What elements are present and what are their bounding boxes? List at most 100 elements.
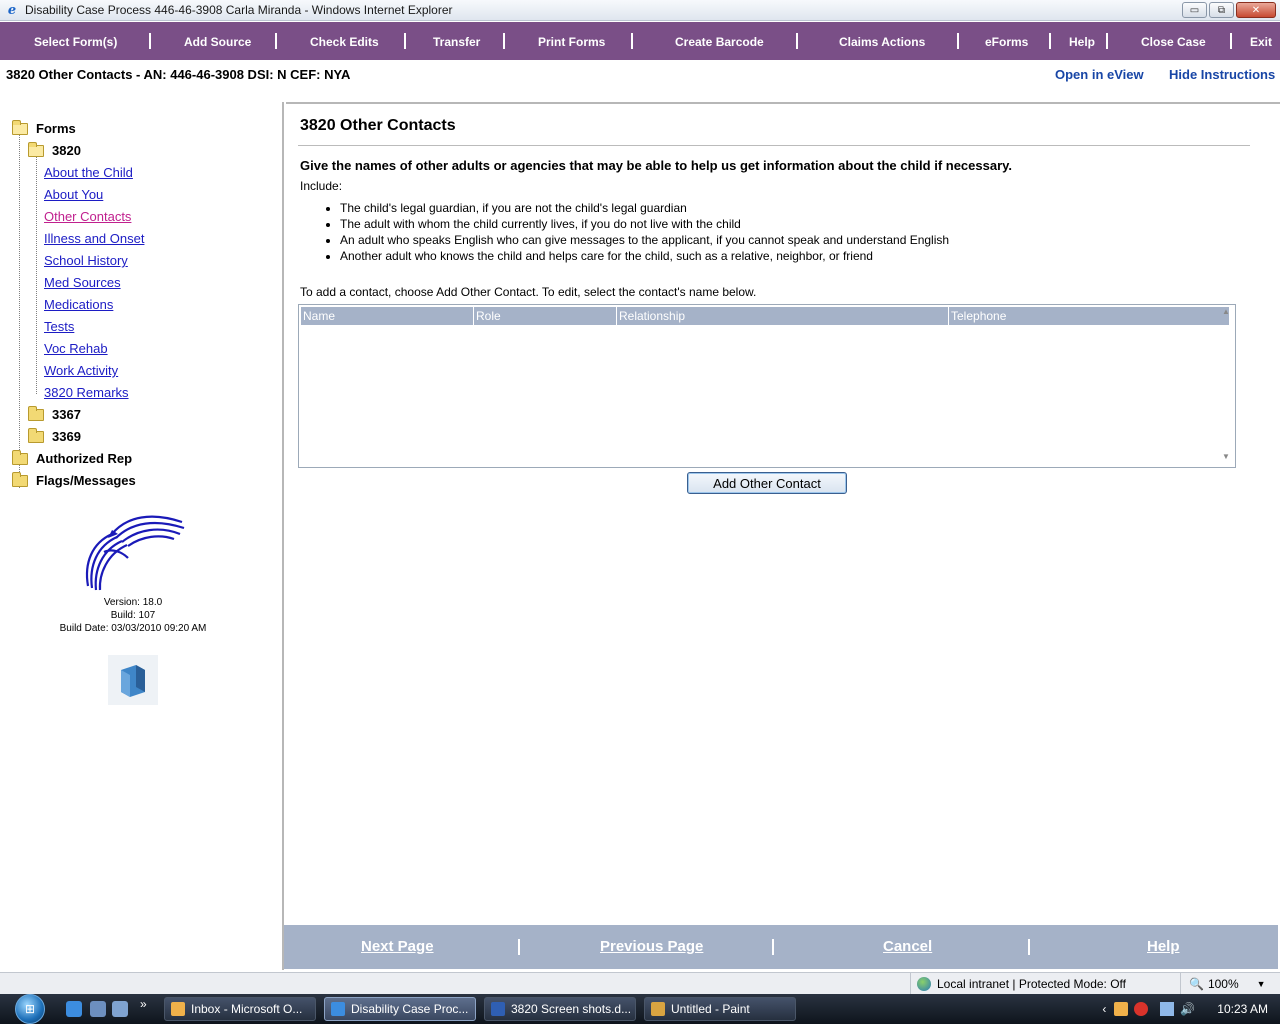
taskbar-item-disability-case[interactable]: Disability Case Proc... — [324, 997, 476, 1021]
volume-icon[interactable]: 🔊 — [1180, 1002, 1195, 1016]
next-page-link[interactable]: Next Page — [361, 938, 434, 955]
menu-check-edits[interactable]: Check Edits — [310, 35, 379, 49]
globe-icon — [917, 977, 931, 991]
folder-open-icon — [12, 119, 28, 135]
menu-transfer[interactable]: Transfer — [433, 35, 480, 49]
outlook-tray-icon[interactable] — [1114, 1002, 1129, 1016]
footer-separator — [518, 939, 520, 955]
menu-add-source[interactable]: Add Source — [184, 35, 251, 49]
tree-node-flags-messages[interactable]: Flags/Messages — [12, 471, 136, 488]
menu-exit[interactable]: Exit — [1250, 35, 1272, 49]
task-label: Disability Case Proc... — [351, 1002, 469, 1016]
tree-link-voc-rehab[interactable]: Voc Rehab — [44, 341, 108, 356]
list-item: The adult with whom the child currently … — [340, 216, 949, 232]
start-button[interactable]: ⊞ — [8, 994, 52, 1024]
tree-link-school-history[interactable]: School History — [44, 253, 128, 268]
menu-create-barcode[interactable]: Create Barcode — [675, 35, 764, 49]
menu-separator — [404, 33, 406, 49]
security-tray-icon[interactable] — [1134, 1002, 1149, 1016]
internet-explorer-quicklaunch-icon[interactable] — [66, 1001, 82, 1017]
tree-link-about-the-child[interactable]: About the Child — [44, 165, 133, 180]
menu-help[interactable]: Help — [1069, 35, 1095, 49]
build-date-text: Build Date: 03/03/2010 09:20 AM — [59, 623, 207, 634]
scroll-down-arrow-icon[interactable]: ▼ — [1218, 452, 1234, 466]
tree-node-label: 3367 — [52, 407, 81, 422]
maximize-button[interactable]: ⧉ — [1209, 2, 1234, 18]
open-in-eview-link[interactable]: Open in eView — [1055, 67, 1144, 82]
paint-icon — [651, 1002, 665, 1016]
zoom-control[interactable]: 🔍 100% ▼ — [1180, 973, 1266, 995]
clock[interactable]: 10:23 AM — [1217, 1002, 1268, 1016]
previous-page-link[interactable]: Previous Page — [600, 938, 703, 955]
close-window-button[interactable]: ✕ — [1236, 2, 1276, 18]
tree-node-3820[interactable]: 3820 — [28, 141, 81, 158]
tree-link-med-sources[interactable]: Med Sources — [44, 275, 121, 290]
include-label: Include: — [300, 179, 343, 193]
menu-close-case[interactable]: Close Case — [1141, 35, 1206, 49]
network-icon[interactable] — [1160, 1002, 1175, 1016]
tree-node-label: Authorized Rep — [36, 451, 133, 466]
briefcase-icon[interactable] — [108, 655, 158, 705]
security-zone[interactable]: Local intranet | Protected Mode: Off — [910, 973, 1126, 995]
taskbar-item-outlook[interactable]: Inbox - Microsoft O... — [164, 997, 316, 1021]
menu-print-forms[interactable]: Print Forms — [538, 35, 605, 49]
build-text: Build: 107 — [110, 610, 156, 621]
tree-node-label: 3820 — [52, 143, 81, 158]
table-scrollbar[interactable]: ▲ ▼ — [1218, 306, 1234, 466]
tree-node-3367[interactable]: 3367 — [28, 405, 81, 422]
contacts-table[interactable]: Name Role Relationship Telephone ▲ ▼ — [298, 304, 1236, 468]
column-header-role[interactable]: Role — [474, 307, 617, 325]
tree-node-3369[interactable]: 3369 — [28, 427, 81, 444]
taskbar: ⊞ » Inbox - Microsoft O... Disability Ca… — [0, 994, 1280, 1024]
help-link[interactable]: Help — [1147, 938, 1180, 955]
tree-link-3820-remarks[interactable]: 3820 Remarks — [44, 385, 129, 400]
menu-claims-actions[interactable]: Claims Actions — [839, 35, 925, 49]
taskbar-item-word-document[interactable]: 3820 Screen shots.d... — [484, 997, 636, 1021]
menu-separator — [1230, 33, 1232, 49]
tree-link-illness-and-onset[interactable]: Illness and Onset — [44, 231, 144, 246]
window-title: Disability Case Process 446-46-3908 Carl… — [25, 3, 453, 17]
footer-navigation: Next Page Previous Page Cancel Help — [284, 925, 1278, 969]
tree-node-label: Flags/Messages — [36, 473, 136, 488]
menu-separator — [1106, 33, 1108, 49]
heading-divider — [298, 145, 1250, 146]
menu-select-forms[interactable]: Select Form(s) — [34, 35, 117, 49]
tree-link-work-activity[interactable]: Work Activity — [44, 363, 118, 378]
chevron-right-icon[interactable]: » — [140, 997, 156, 1013]
menu-separator — [503, 33, 505, 49]
tree-link-medications[interactable]: Medications — [44, 297, 113, 312]
folder-open-icon — [28, 141, 44, 157]
task-label: Untitled - Paint — [671, 1002, 750, 1016]
instructions-intro: Give the names of other adults or agenci… — [300, 158, 1013, 173]
show-desktop-icon[interactable] — [90, 1001, 106, 1017]
minimize-button[interactable]: ▭ — [1182, 2, 1207, 18]
version-text: Version: 18.0 — [103, 597, 163, 608]
column-header-telephone[interactable]: Telephone — [949, 307, 1229, 325]
switch-windows-icon[interactable] — [112, 1001, 128, 1017]
tree-connector — [19, 132, 20, 488]
menu-eforms[interactable]: eForms — [985, 35, 1028, 49]
tree-node-authorized-rep[interactable]: Authorized Rep — [12, 449, 133, 466]
tree-link-about-you[interactable]: About You — [44, 187, 103, 202]
menu-separator — [631, 33, 633, 49]
add-other-contact-button[interactable]: Add Other Contact — [687, 472, 847, 494]
folder-icon — [28, 405, 44, 421]
tree-connector — [36, 154, 37, 394]
column-header-relationship[interactable]: Relationship — [617, 307, 949, 325]
column-header-name[interactable]: Name — [301, 307, 474, 325]
tree-link-other-contacts[interactable]: Other Contacts — [44, 209, 131, 224]
tree-node-forms[interactable]: Forms — [12, 119, 76, 136]
add-contact-note: To add a contact, choose Add Other Conta… — [300, 285, 757, 299]
window-controls: ▭ ⧉ ✕ — [1182, 2, 1276, 18]
chevron-down-icon[interactable]: ▼ — [1257, 979, 1266, 989]
chevron-left-icon[interactable]: ‹ — [1102, 1002, 1106, 1016]
hide-instructions-link[interactable]: Hide Instructions — [1169, 67, 1275, 82]
include-list: The child's legal guardian, if you are n… — [340, 200, 949, 264]
outlook-icon — [171, 1002, 185, 1016]
cancel-link[interactable]: Cancel — [883, 938, 932, 955]
table-header: Name Role Relationship Telephone — [301, 307, 1229, 325]
tree-link-tests[interactable]: Tests — [44, 319, 74, 334]
scroll-up-arrow-icon[interactable]: ▲ — [1218, 307, 1234, 321]
taskbar-item-paint[interactable]: Untitled - Paint — [644, 997, 796, 1021]
folder-icon — [28, 427, 44, 443]
